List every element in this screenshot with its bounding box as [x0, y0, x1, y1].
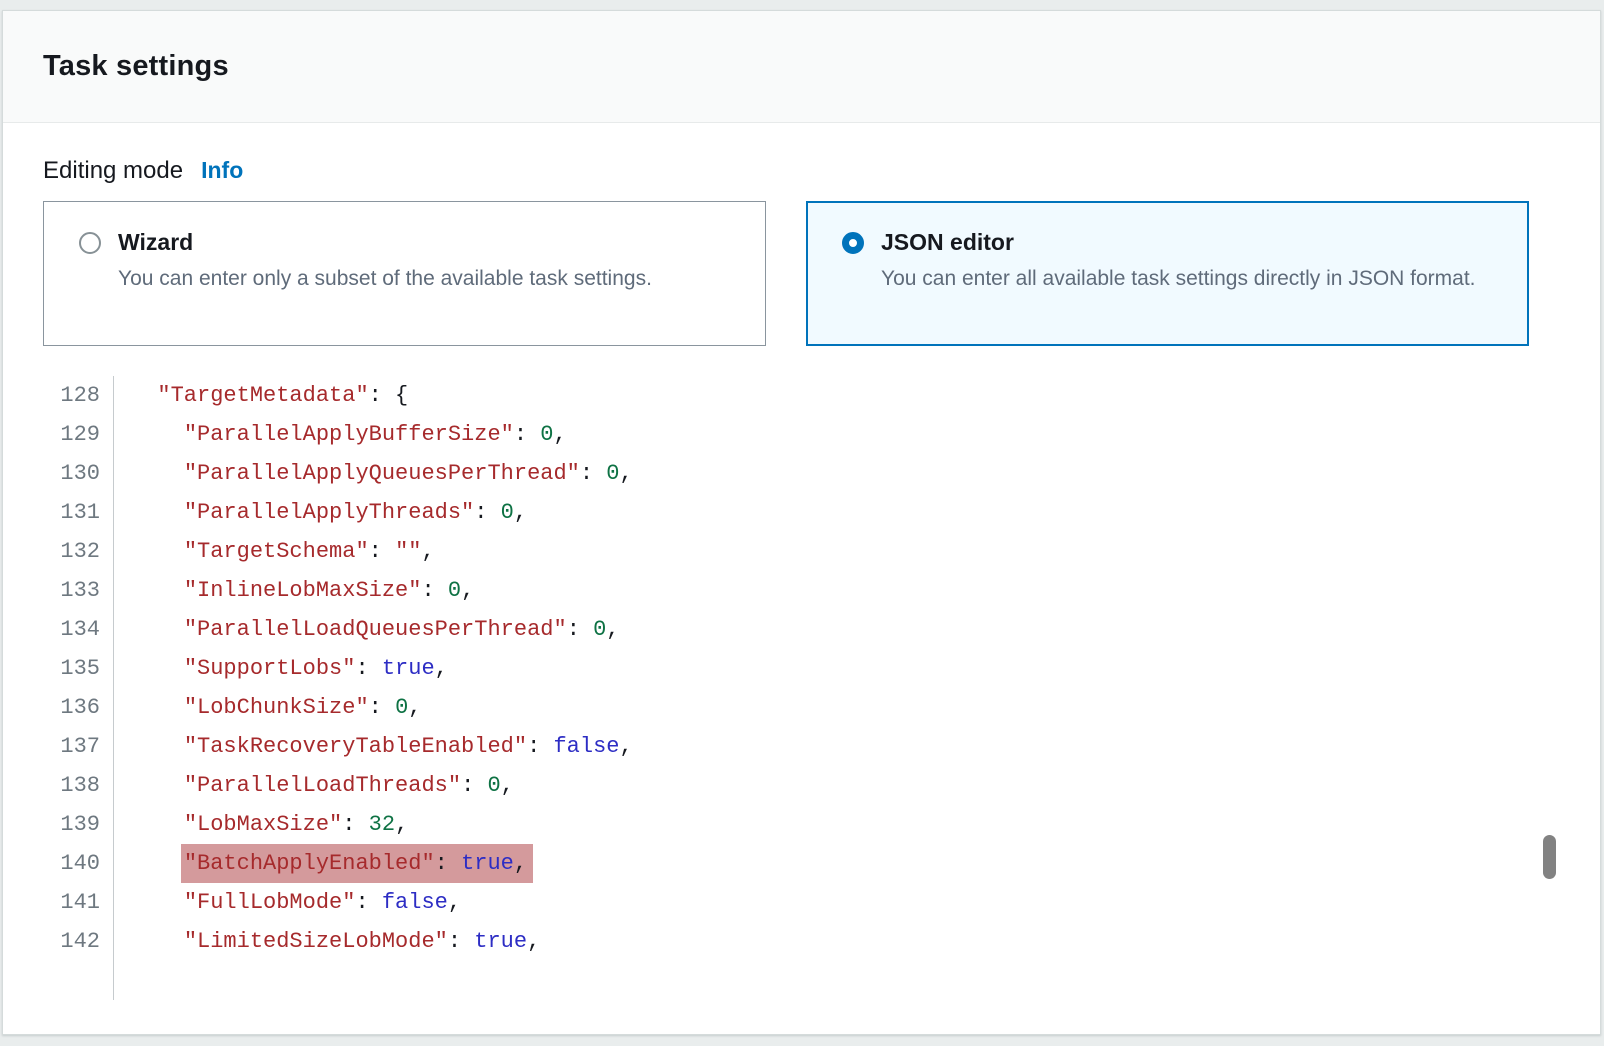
- highlighted-code-segment: "BatchApplyEnabled": true,: [181, 844, 533, 883]
- editing-mode-label: Editing mode: [43, 157, 183, 185]
- code-line[interactable]: 141 "FullLobMode": false,: [43, 883, 1560, 922]
- json-code-editor[interactable]: 128 "TargetMetadata": {129 "ParallelAppl…: [43, 376, 1560, 1000]
- code-line[interactable]: 133 "InlineLobMaxSize": 0,: [43, 571, 1560, 610]
- code-line[interactable]: 140 "BatchApplyEnabled": true,: [43, 844, 1560, 883]
- wizard-option-card[interactable]: Wizard You can enter only a subset of th…: [43, 201, 766, 346]
- code-line[interactable]: 132 "TargetSchema": "",: [43, 532, 1560, 571]
- code-text: "ParallelApplyQueuesPerThread": 0,: [114, 454, 633, 493]
- code-line[interactable]: 131 "ParallelApplyThreads": 0,: [43, 493, 1560, 532]
- code-line[interactable]: 134 "ParallelLoadQueuesPerThread": 0,: [43, 610, 1560, 649]
- code-text: "LobMaxSize": 32,: [114, 805, 408, 844]
- line-number: 129: [43, 415, 114, 454]
- line-number: 130: [43, 454, 114, 493]
- code-line[interactable]: 128 "TargetMetadata": {: [43, 376, 1560, 415]
- line-number: 132: [43, 532, 114, 571]
- page-title: Task settings: [43, 50, 229, 83]
- task-settings-panel: Task settings Editing mode Info Wizard Y…: [2, 10, 1601, 1035]
- line-number: 131: [43, 493, 114, 532]
- line-number: 134: [43, 610, 114, 649]
- line-number: 135: [43, 649, 114, 688]
- wizard-radio-icon[interactable]: [79, 232, 101, 254]
- code-line[interactable]: 138 "ParallelLoadThreads": 0,: [43, 766, 1560, 805]
- line-number: 128: [43, 376, 114, 415]
- line-number: 140: [43, 844, 114, 883]
- code-line[interactable]: 139 "LobMaxSize": 32,: [43, 805, 1560, 844]
- line-number: 138: [43, 766, 114, 805]
- line-number: 142: [43, 922, 114, 961]
- json-editor-option-description: You can enter all available task setting…: [881, 263, 1481, 294]
- code-line[interactable]: 142 "LimitedSizeLobMode": true,: [43, 922, 1560, 961]
- code-text: "FullLobMode": false,: [114, 883, 461, 922]
- line-number: [43, 961, 114, 1000]
- code-text: "ParallelLoadThreads": 0,: [114, 766, 514, 805]
- line-number: 133: [43, 571, 114, 610]
- info-link[interactable]: Info: [201, 157, 243, 184]
- json-editor-lines: 128 "TargetMetadata": {129 "ParallelAppl…: [43, 376, 1560, 1000]
- editing-mode-cards: Wizard You can enter only a subset of th…: [43, 201, 1560, 346]
- code-line[interactable]: [43, 961, 1560, 1000]
- json-editor-option-card[interactable]: JSON editor You can enter all available …: [806, 201, 1529, 346]
- code-text: "InlineLobMaxSize": 0,: [114, 571, 474, 610]
- line-number: 141: [43, 883, 114, 922]
- scrollbar-thumb[interactable]: [1543, 835, 1556, 879]
- json-editor-option-title: JSON editor: [881, 229, 1014, 256]
- code-line[interactable]: 135 "SupportLobs": true,: [43, 649, 1560, 688]
- code-text: "TargetMetadata": {: [114, 376, 408, 415]
- json-editor-radio-icon[interactable]: [842, 232, 864, 254]
- line-number: 136: [43, 688, 114, 727]
- code-text: "TargetSchema": "",: [114, 532, 435, 571]
- code-text: "BatchApplyEnabled": true,: [114, 844, 527, 883]
- line-number: 139: [43, 805, 114, 844]
- code-line[interactable]: 137 "TaskRecoveryTableEnabled": false,: [43, 727, 1560, 766]
- code-line[interactable]: 136 "LobChunkSize": 0,: [43, 688, 1560, 727]
- code-text: "SupportLobs": true,: [114, 649, 448, 688]
- code-text: [114, 961, 131, 1000]
- wizard-option-description: You can enter only a subset of the avail…: [118, 263, 718, 294]
- code-line[interactable]: 129 "ParallelApplyBufferSize": 0,: [43, 415, 1560, 454]
- editing-mode-row: Editing mode Info: [43, 157, 1560, 185]
- code-text: "LimitedSizeLobMode": true,: [114, 922, 540, 961]
- code-text: "LobChunkSize": 0,: [114, 688, 421, 727]
- code-text: "ParallelApplyBufferSize": 0,: [114, 415, 567, 454]
- code-text: "ParallelLoadQueuesPerThread": 0,: [114, 610, 620, 649]
- code-line[interactable]: 130 "ParallelApplyQueuesPerThread": 0,: [43, 454, 1560, 493]
- wizard-option-title: Wizard: [118, 229, 193, 256]
- panel-header: Task settings: [3, 11, 1600, 123]
- code-text: "TaskRecoveryTableEnabled": false,: [114, 727, 633, 766]
- line-number: 137: [43, 727, 114, 766]
- code-text: "ParallelApplyThreads": 0,: [114, 493, 527, 532]
